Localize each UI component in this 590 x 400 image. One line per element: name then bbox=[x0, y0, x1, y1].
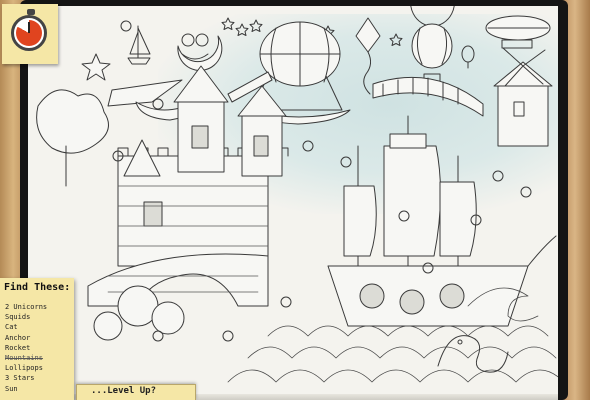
find-item: 2 Unicorns bbox=[5, 303, 48, 311]
blimp bbox=[485, 15, 551, 49]
small-sailboat bbox=[127, 25, 151, 65]
find-list: 2 Unicorns Squids Cat Anchor Rocket Moun… bbox=[5, 302, 47, 394]
striped-balloon bbox=[410, 6, 455, 85]
find-list-title: Find These: bbox=[4, 282, 71, 293]
scene-drawing bbox=[36, 6, 558, 383]
find-item: Mountains bbox=[5, 354, 43, 363]
find-item: Squids bbox=[5, 313, 31, 322]
find-item: Lollipops bbox=[5, 364, 43, 373]
hidden-object-scene[interactable] bbox=[28, 6, 558, 398]
stopwatch-icon bbox=[11, 9, 47, 51]
find-item: Cat bbox=[5, 323, 18, 332]
tree-left bbox=[36, 89, 109, 187]
find-item: Rocket bbox=[5, 343, 31, 352]
timer-note bbox=[2, 4, 58, 64]
find-item: Sun bbox=[5, 384, 18, 393]
stars-row-icon bbox=[81, 17, 403, 81]
level-up-label: ...Level Up? bbox=[91, 386, 157, 396]
small-balloon bbox=[461, 45, 475, 69]
find-item: Anchor bbox=[5, 333, 31, 342]
pirate-ship bbox=[327, 115, 557, 327]
stone-arch bbox=[87, 253, 269, 307]
level-up-tab[interactable]: ...Level Up? bbox=[76, 384, 196, 400]
arched-bridge bbox=[372, 76, 484, 117]
find-these-note: Find These: 2 Unicorns Squids Cat Anchor… bbox=[0, 278, 74, 400]
stopwatch-hand bbox=[28, 22, 30, 33]
stopwatch-crown bbox=[27, 9, 35, 15]
moon-with-couple bbox=[177, 33, 223, 71]
windmill-house bbox=[493, 47, 553, 147]
find-item: 3 Stars bbox=[5, 374, 35, 383]
